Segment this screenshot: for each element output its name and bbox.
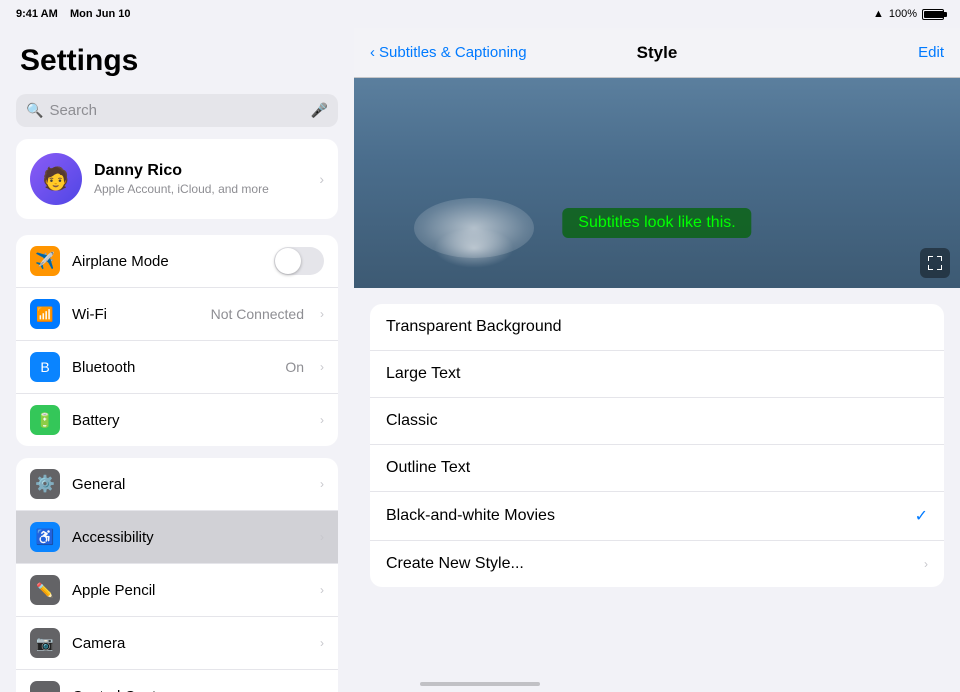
subtitle-preview-area: Subtitles look like this. [354,78,960,288]
classic-label: Classic [386,412,928,430]
chevron-right-icon: › [320,413,324,427]
airplane-mode-label: Airplane Mode [72,253,262,270]
settings-item-controlcenter[interactable]: ⊞ Control Center › [16,670,338,692]
search-icon: 🔍 [26,102,43,119]
battery-settings-icon: 🔋 [30,405,60,435]
apple-pencil-icon: ✏️ [30,575,60,605]
status-time-date: 9:41 AM Mon Jun 10 [16,8,131,20]
general-label: General [72,476,308,493]
settings-item-applepencil[interactable]: ✏️ Apple Pencil › [16,564,338,617]
chevron-right-icon: › [320,636,324,650]
control-center-icon: ⊞ [30,681,60,692]
settings-group-system: ⚙️ General › ♿ Accessibility › ✏️ Apple … [16,458,338,692]
bw-movies-label: Black-and-white Movies [386,507,915,525]
microphone-icon[interactable]: 🎤 [311,102,328,119]
battery-label: Battery [72,412,308,429]
wifi-value: Not Connected [211,306,304,322]
page-title: Style [637,43,678,63]
battery-percentage: 100% [889,8,917,20]
search-input[interactable] [49,102,304,119]
transparent-bg-label: Transparent Background [386,318,928,336]
airplane-mode-icon: ✈️ [30,246,60,276]
subtitle-preview-text: Subtitles look like this. [562,208,751,238]
settings-group-connectivity: ✈️ Airplane Mode 📶 Wi-Fi Not Connected ›… [16,235,338,446]
cloud-decoration-2 [434,228,514,268]
wifi-icon: ▲ [873,8,884,20]
settings-panel: Settings 🔍 🎤 🧑 Danny Rico Apple Account,… [0,28,354,692]
style-item-bw-movies[interactable]: Black-and-white Movies ✓ [370,492,944,541]
bluetooth-icon: B [30,352,60,382]
airplane-mode-toggle[interactable] [274,247,324,275]
user-name: Danny Rico [94,162,307,180]
style-list: Transparent Background Large Text Classi… [354,288,960,692]
battery-icon [922,9,944,20]
camera-label: Camera [72,635,308,652]
settings-title: Settings [0,28,354,86]
chevron-right-icon: › [320,360,324,374]
settings-item-airplane[interactable]: ✈️ Airplane Mode [16,235,338,288]
control-center-label: Control Center [72,688,308,692]
fullscreen-button[interactable] [920,248,950,278]
search-bar[interactable]: 🔍 🎤 [16,94,338,127]
create-new-style-label: Create New Style... [386,555,924,573]
settings-item-accessibility[interactable]: ♿ Accessibility › [16,511,338,564]
settings-item-general[interactable]: ⚙️ General › [16,458,338,511]
edit-button[interactable]: Edit [918,44,944,61]
accessibility-label: Accessibility [72,529,308,546]
settings-item-battery[interactable]: 🔋 Battery › [16,394,338,446]
toggle-knob [275,248,301,274]
bluetooth-label: Bluetooth [72,359,273,376]
home-indicator [420,682,540,686]
outline-text-label: Outline Text [386,459,928,477]
settings-item-bluetooth[interactable]: B Bluetooth On › [16,341,338,394]
style-item-transparent-bg[interactable]: Transparent Background [370,304,944,351]
user-profile-card[interactable]: 🧑 Danny Rico Apple Account, iCloud, and … [16,139,338,219]
status-indicators: ▲ 100% [873,8,944,20]
style-item-classic[interactable]: Classic [370,398,944,445]
settings-item-wifi[interactable]: 📶 Wi-Fi Not Connected › [16,288,338,341]
chevron-right-icon: › [320,583,324,597]
back-button[interactable]: ‹ Subtitles & Captioning [370,44,527,61]
chevron-right-icon: › [319,171,324,187]
chevron-right-icon: › [320,477,324,491]
chevron-right-icon: › [320,530,324,544]
chevron-right-icon: › [924,557,928,571]
chevron-left-icon: ‹ [370,44,375,61]
style-options-group: Transparent Background Large Text Classi… [370,304,944,587]
nav-bar: ‹ Subtitles & Captioning Style Edit [354,28,960,78]
wifi-label: Wi-Fi [72,306,199,323]
camera-icon: 📷 [30,628,60,658]
style-item-large-text[interactable]: Large Text [370,351,944,398]
accessibility-icon: ♿ [30,522,60,552]
status-bar: 9:41 AM Mon Jun 10 ▲ 100% [0,0,960,28]
large-text-label: Large Text [386,365,928,383]
bluetooth-value: On [285,359,304,375]
style-item-outline-text[interactable]: Outline Text [370,445,944,492]
chevron-right-icon: › [320,307,324,321]
wifi-settings-icon: 📶 [30,299,60,329]
user-subtitle: Apple Account, iCloud, and more [94,182,307,196]
back-label: Subtitles & Captioning [379,44,527,61]
checkmark-icon: ✓ [915,506,928,526]
style-item-create-new[interactable]: Create New Style... › [370,541,944,587]
general-icon: ⚙️ [30,469,60,499]
fullscreen-icon [928,256,942,270]
user-info: Danny Rico Apple Account, iCloud, and mo… [94,162,307,196]
right-panel: ‹ Subtitles & Captioning Style Edit Subt… [354,28,960,692]
settings-item-camera[interactable]: 📷 Camera › [16,617,338,670]
avatar: 🧑 [30,153,82,205]
apple-pencil-label: Apple Pencil [72,582,308,599]
